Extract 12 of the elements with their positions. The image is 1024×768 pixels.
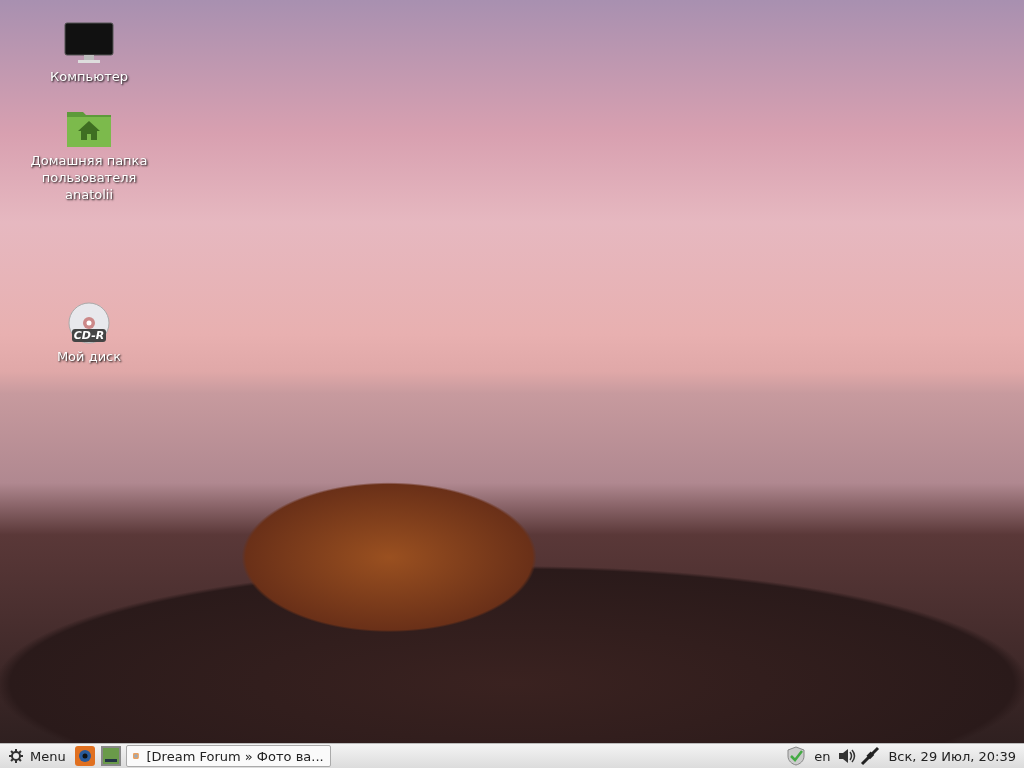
monitor-icon: [64, 22, 114, 64]
show-desktop-icon[interactable]: [99, 745, 122, 767]
gear-icon: [8, 748, 24, 764]
network-cable-icon[interactable]: [860, 746, 881, 766]
keyboard-layout-indicator[interactable]: en: [810, 748, 835, 764]
menu-button[interactable]: Menu: [4, 745, 70, 767]
clock[interactable]: Вск, 29 Июл, 20:39: [884, 748, 1020, 764]
shield-check-icon[interactable]: [786, 746, 807, 766]
taskbar-window-button[interactable]: [Dream Forum » Фото ва...: [125, 745, 331, 767]
disc-type-label: CD-R: [72, 329, 106, 342]
volume-icon[interactable]: [838, 748, 857, 764]
browser-launcher-icon[interactable]: [73, 745, 96, 767]
